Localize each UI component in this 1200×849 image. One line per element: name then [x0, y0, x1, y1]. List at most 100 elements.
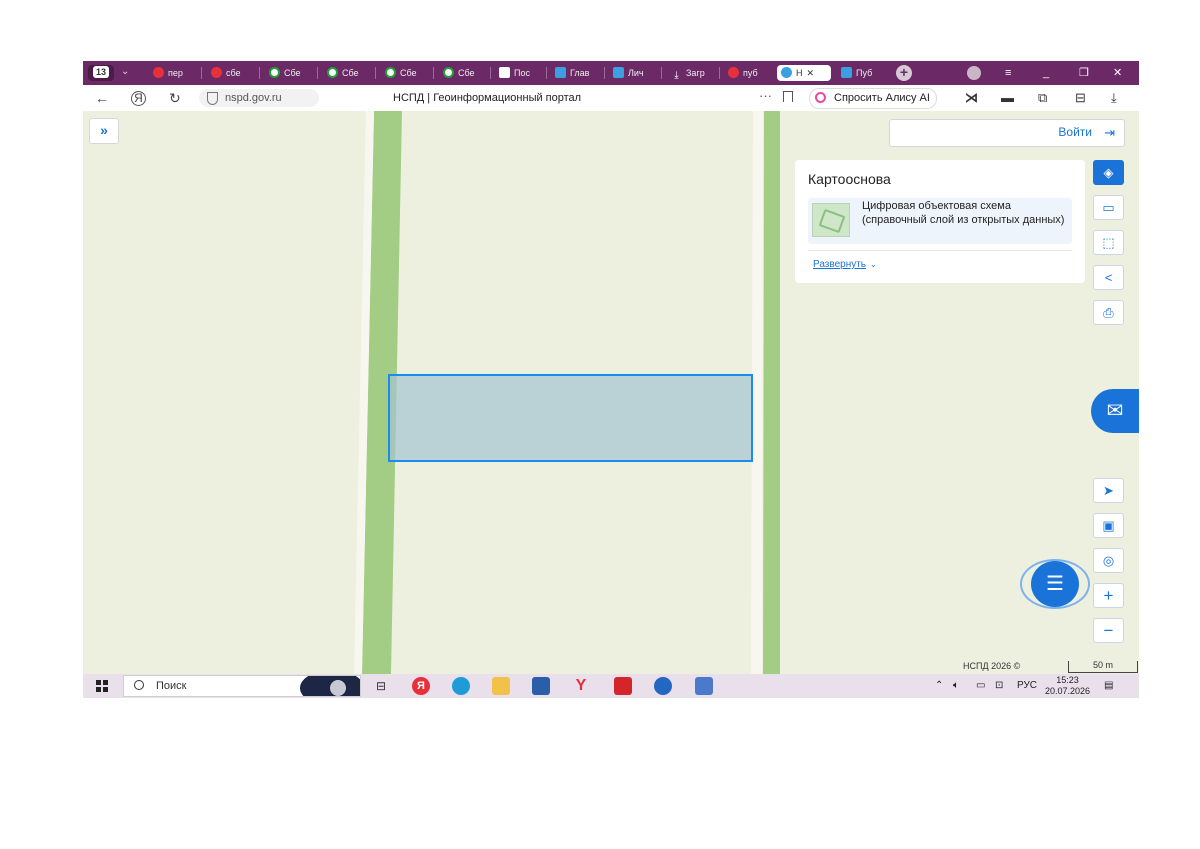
browser-tab-active[interactable]: Н ✕	[777, 65, 831, 81]
browser-tab[interactable]: Пос	[499, 65, 530, 81]
browser-tab[interactable]: Пуб	[841, 65, 872, 81]
new-tab-button[interactable]: +	[896, 65, 912, 81]
mail-icon[interactable]	[654, 677, 672, 695]
basemap-panel: Картооснова Цифровая объектовая схема (с…	[795, 160, 1085, 283]
tab-label: Сбе	[458, 68, 475, 78]
search-placeholder: Поиск	[156, 680, 187, 692]
chat-button[interactable]: ☰	[1031, 561, 1079, 607]
browser-tab[interactable]: Сбе	[269, 65, 301, 81]
profile-avatar[interactable]	[967, 66, 981, 80]
yandex-icon	[728, 67, 739, 78]
geolocate-button[interactable]: ➤	[1093, 478, 1124, 503]
chevron-down-icon[interactable]: ⌄	[121, 66, 129, 77]
extension-icon[interactable]: ⋊	[965, 90, 978, 106]
basemap-layer-item[interactable]: Цифровая объектовая схема (справочный сл…	[808, 198, 1072, 244]
page-title: НСПД | Геоинформационный портал	[393, 92, 582, 104]
minimap-button[interactable]: ▣	[1093, 513, 1124, 538]
back-arrow-icon[interactable]: ←	[95, 90, 109, 106]
windows-start-icon[interactable]	[96, 680, 108, 692]
close-window-button[interactable]: ✕	[1113, 65, 1122, 81]
browser-tab-strip: 13 ⌄ пер сбе Сбе Сбе Сбе Сбе Пос Глав Ли…	[83, 61, 1139, 85]
zoom-in-button[interactable]: +	[1093, 583, 1124, 608]
close-icon[interactable]: ✕	[807, 68, 815, 78]
file-explorer-icon[interactable]	[492, 677, 510, 695]
network-icon[interactable]: ⊡	[995, 679, 1003, 693]
share-button[interactable]: <	[1093, 265, 1124, 290]
chevron-down-icon: ⌄	[870, 260, 877, 269]
clock[interactable]: 15:23 20.07.2026	[1045, 675, 1090, 697]
browser-tab[interactable]: Лич	[613, 65, 644, 81]
puzzle-icon[interactable]: ⧉	[1038, 90, 1047, 106]
copyright: НСПД 2026 ©	[963, 661, 1021, 671]
zoom-out-button[interactable]: −	[1093, 618, 1124, 643]
map-canvas[interactable]: » Войти ⇥ Картооснова Цифровая объектова…	[83, 111, 1139, 674]
restore-button[interactable]: ❐	[1079, 65, 1089, 81]
browser-tab[interactable]: Глав	[555, 65, 589, 81]
layer-name: Цифровая объектовая схема (справочный сл…	[862, 200, 1065, 226]
feedback-button[interactable]: ✉	[1091, 389, 1139, 433]
expand-sidebar-button[interactable]: »	[89, 118, 119, 144]
ask-alice-button[interactable]: Спросить Алису AI	[809, 88, 937, 109]
yandex-logo-icon[interactable]: Я	[131, 91, 146, 106]
tab-count: 13	[92, 66, 109, 78]
screenshot: 13 ⌄ пер сбе Сбе Сбе Сбе Сбе Пос Глав Ли…	[83, 61, 1139, 698]
menu-icon[interactable]: ≡	[1005, 65, 1011, 81]
store-icon[interactable]	[532, 677, 550, 695]
gosuslugi-icon	[555, 67, 566, 78]
nspd-icon	[781, 67, 792, 78]
ruler-icon: ▭	[1102, 200, 1115, 215]
taskbar-search[interactable]: Поиск	[123, 675, 361, 697]
panel-title: Картооснова	[808, 171, 891, 187]
tab-count-button[interactable]: 13	[88, 65, 114, 81]
reload-icon[interactable]: ↻	[169, 90, 181, 106]
tab-label: Н	[796, 68, 803, 78]
chat-bubble-icon: ☰	[1046, 573, 1064, 595]
bookmark-icon[interactable]	[783, 91, 793, 102]
minimize-button[interactable]: _	[1043, 65, 1049, 81]
chat-widget[interactable]: ☰	[1020, 559, 1092, 611]
browser-tab[interactable]: пуб	[728, 65, 758, 81]
tab-label: Сбе	[400, 68, 417, 78]
scale-bar: 50 m	[1068, 661, 1138, 673]
yandex-browser-icon[interactable]: Я	[412, 677, 430, 695]
selected-parcel[interactable]	[388, 374, 753, 462]
download-icon[interactable]: ⤓	[1111, 90, 1117, 106]
speaker-icon[interactable]: 🔈︎	[953, 679, 959, 693]
more-icon[interactable]: ···	[759, 88, 772, 103]
browser-tab[interactable]: сбе	[211, 65, 241, 81]
tab-label: Загр	[686, 68, 705, 78]
battery-icon[interactable]: ▭	[976, 679, 985, 693]
browser-tab[interactable]: Сбе	[327, 65, 359, 81]
app-icon[interactable]	[695, 677, 713, 695]
sber-icon	[443, 67, 454, 78]
layers-button[interactable]: ◈	[1093, 160, 1124, 185]
extension-shield-icon[interactable]: ▬	[1001, 90, 1014, 106]
login-label: Войти	[1058, 125, 1092, 139]
task-view-icon[interactable]: ⊟	[372, 677, 390, 695]
gosuslugi-icon	[613, 67, 624, 78]
road-right	[763, 111, 780, 674]
clock-date: 20.07.2026	[1045, 686, 1091, 696]
divider	[808, 250, 1072, 251]
acrobat-icon[interactable]	[614, 677, 632, 695]
browser-tab[interactable]: Сбе	[443, 65, 475, 81]
select-area-icon: ⬚	[1102, 235, 1115, 250]
browser-tab[interactable]: Сбе	[385, 65, 417, 81]
tray-chevron-icon[interactable]: ⌃	[935, 679, 943, 693]
language-indicator[interactable]: РУС	[1017, 679, 1037, 693]
tab-label: Пуб	[856, 68, 873, 78]
expand-link[interactable]: Развернуть ⌄	[813, 259, 877, 270]
browser-tab[interactable]: пер	[153, 65, 183, 81]
login-button[interactable]: Войти ⇥	[889, 119, 1125, 147]
search-location-button[interactable]: ◎	[1093, 548, 1124, 573]
browser-tab[interactable]: ⤓ Загр	[671, 65, 705, 81]
select-area-button[interactable]: ⬚	[1093, 230, 1124, 255]
tab-label: пуб	[743, 68, 758, 78]
notifications-icon[interactable]: ▤	[1104, 679, 1113, 693]
yandex-icon[interactable]: Y	[572, 677, 590, 695]
sidebar-icon[interactable]: ⊟	[1075, 90, 1086, 106]
measure-button[interactable]: ▭	[1093, 195, 1124, 220]
url-field[interactable]: nspd.gov.ru	[199, 89, 319, 107]
edge-icon[interactable]	[452, 677, 470, 695]
print-button[interactable]: ⎙	[1093, 300, 1124, 325]
